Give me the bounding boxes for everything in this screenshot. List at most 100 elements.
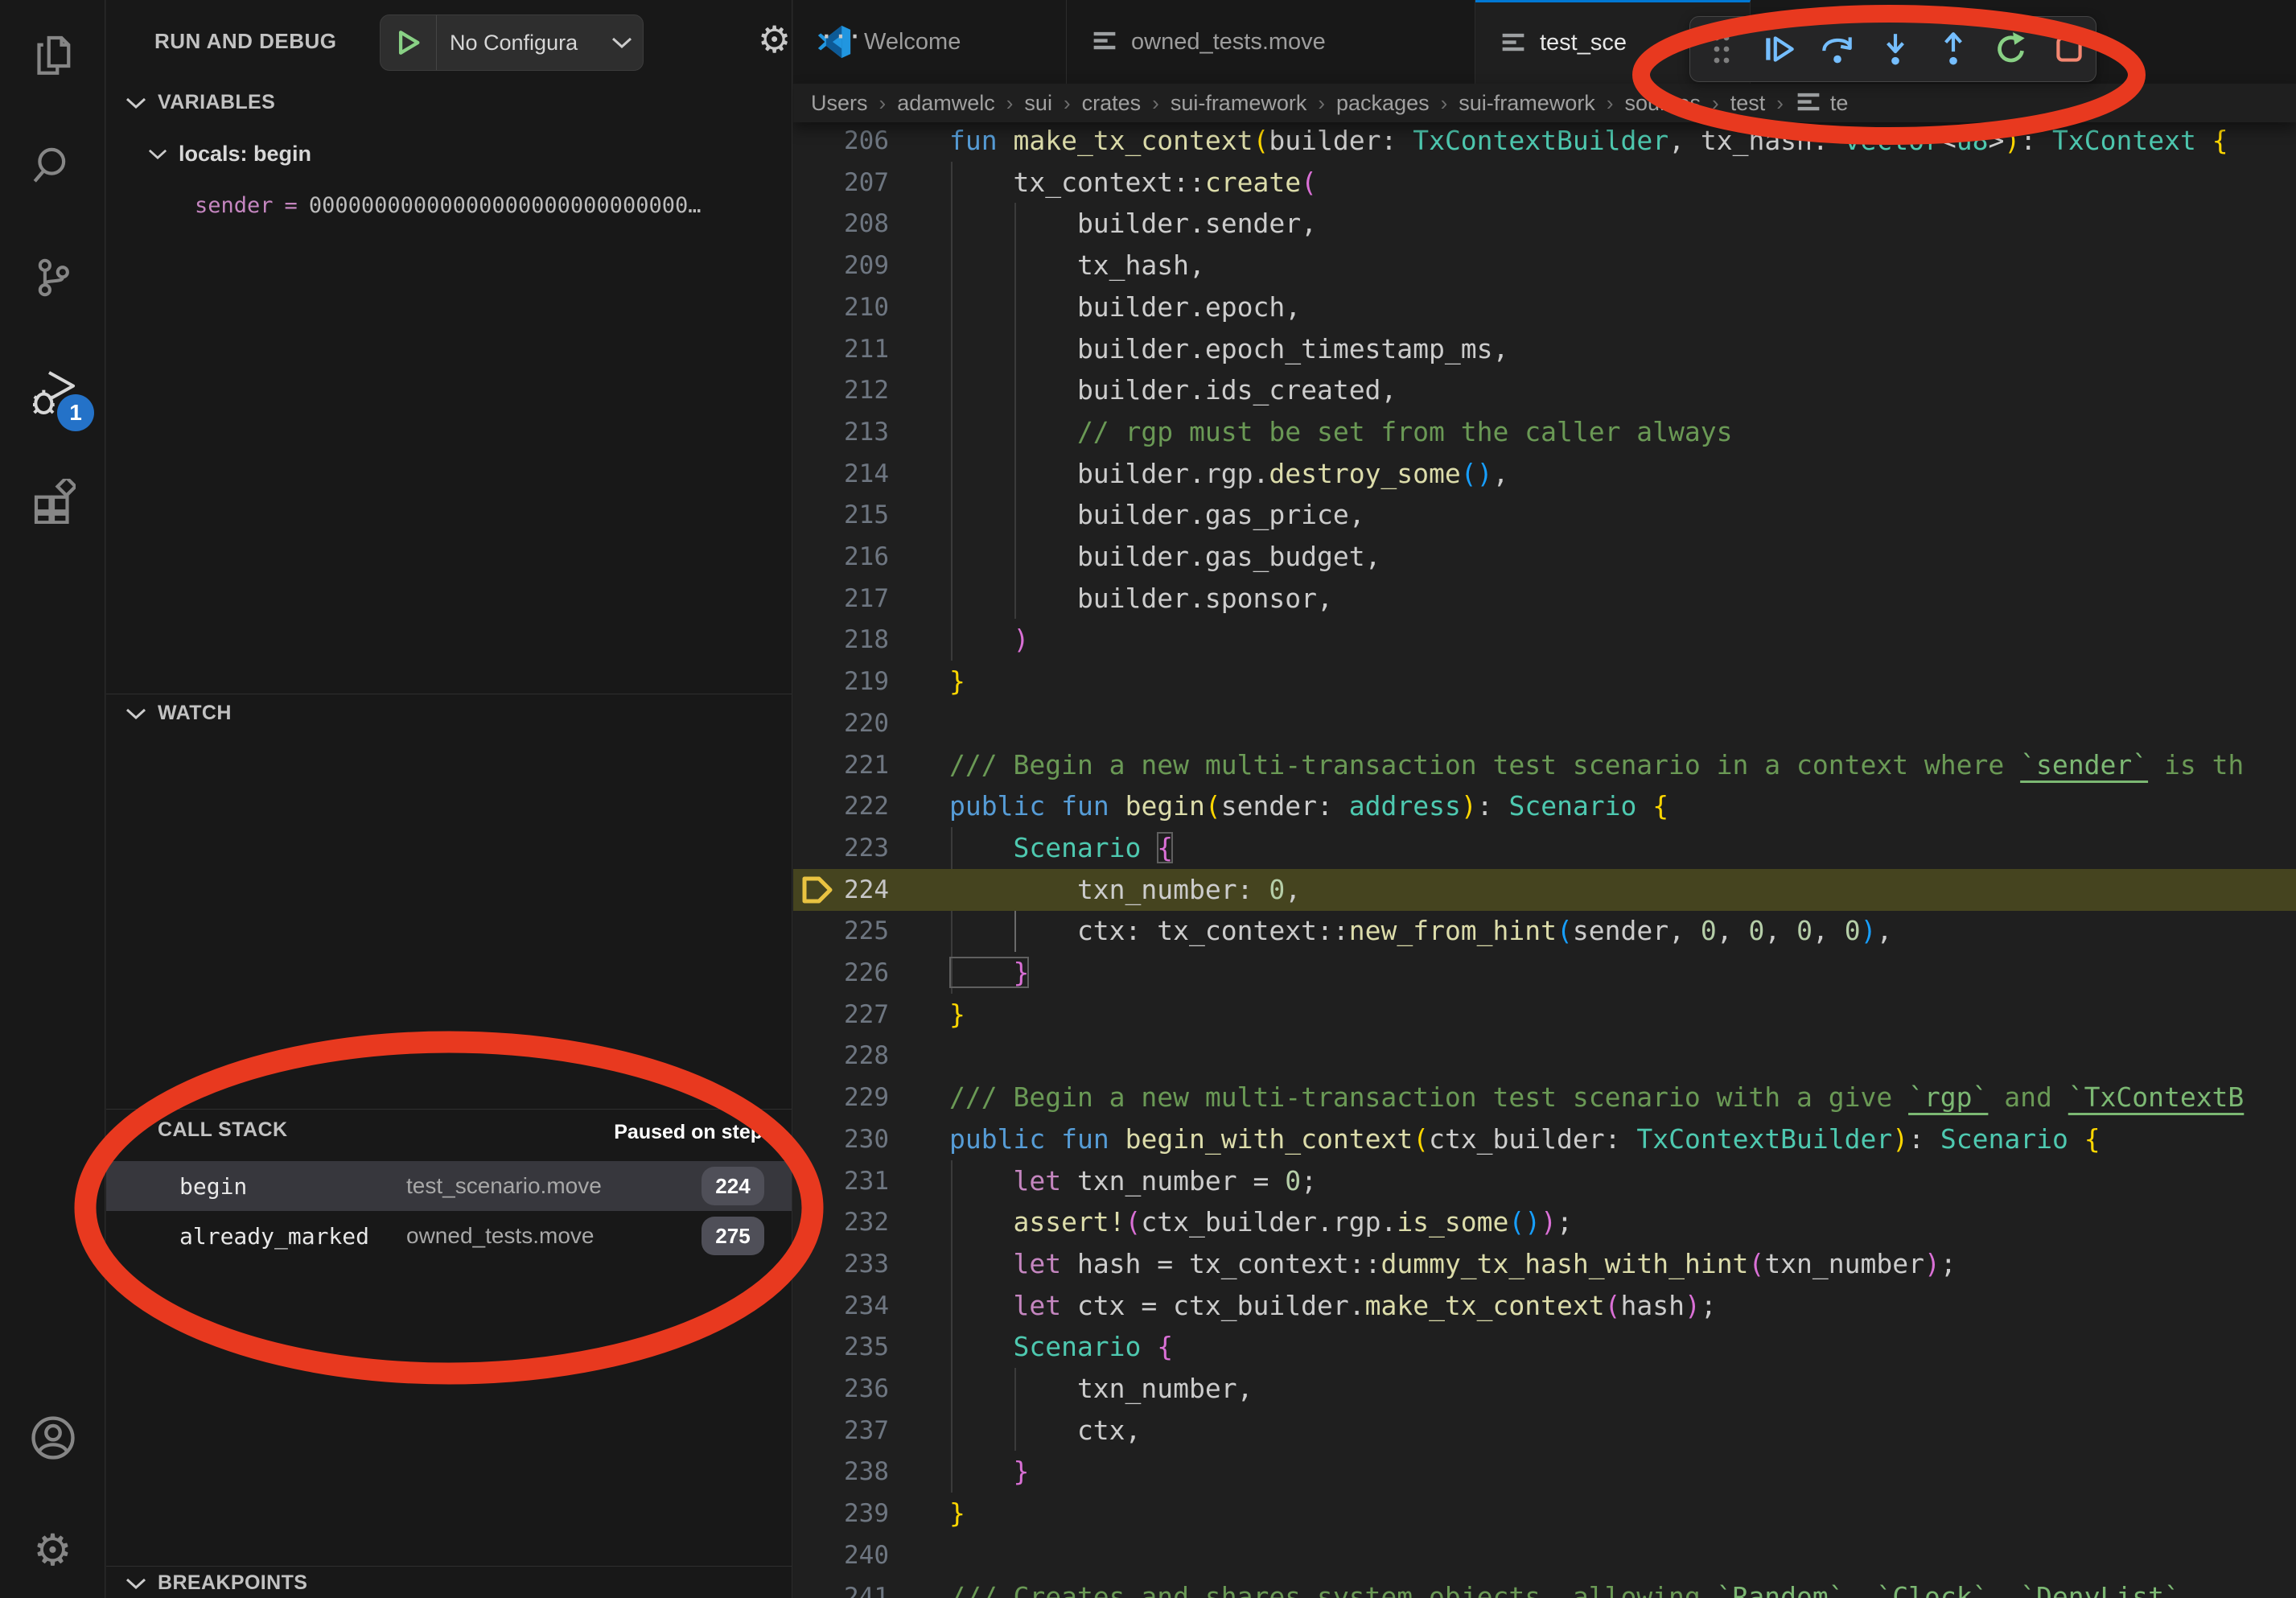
start-debugging-play-icon[interactable] xyxy=(381,15,437,70)
breadcrumb-item[interactable]: crates xyxy=(1082,91,1142,116)
code-line-236[interactable]: 236 txn_number, xyxy=(793,1368,2296,1410)
stop-button[interactable] xyxy=(2051,31,2088,68)
search-icon xyxy=(31,143,76,192)
code-line-216[interactable]: 216 builder.gas_budget, xyxy=(793,536,2296,578)
code-line-222[interactable]: 222public fun begin(sender: address): Sc… xyxy=(793,785,2296,827)
code-line-240[interactable]: 240 xyxy=(793,1534,2296,1576)
code-line-217[interactable]: 217 builder.sponsor, xyxy=(793,578,2296,620)
code-line-221[interactable]: 221/// Begin a new multi-transaction tes… xyxy=(793,744,2296,786)
code-line-212[interactable]: 212 builder.ids_created, xyxy=(793,369,2296,411)
code-line-229[interactable]: 229/// Begin a new multi-transaction tes… xyxy=(793,1077,2296,1118)
code-editor[interactable]: 206fun make_tx_context(builder: TxContex… xyxy=(793,0,2296,1598)
step-over-button[interactable] xyxy=(1819,31,1856,68)
breadcrumb-item[interactable]: test xyxy=(1730,91,1766,116)
breadcrumb-item[interactable]: Users xyxy=(811,91,868,116)
code-line-234[interactable]: 234 let ctx = ctx_builder.make_tx_contex… xyxy=(793,1285,2296,1327)
line-text: let txn_number = 0; xyxy=(949,1160,1317,1202)
frame-function: already_marked xyxy=(179,1223,369,1250)
debug-configuration-dropdown[interactable]: No Configura xyxy=(380,14,644,71)
code-line-235[interactable]: 235 Scenario { xyxy=(793,1326,2296,1368)
code-line-226[interactable]: 226 } xyxy=(793,952,2296,994)
code-line-227[interactable]: 227} xyxy=(793,994,2296,1036)
tab-label: test_sce xyxy=(1540,30,1627,56)
code-line-215[interactable]: 215 builder.gas_price, xyxy=(793,494,2296,536)
breadcrumb-file-item[interactable]: te xyxy=(1795,89,1849,117)
breakpoints-section-header[interactable]: BREAKPOINTS xyxy=(125,1571,307,1595)
debug-toolbar xyxy=(1689,16,2096,82)
step-out-button[interactable] xyxy=(1935,31,1972,68)
line-text: tx_hash, xyxy=(949,245,1205,286)
code-line-233[interactable]: 233 let hash = tx_context::dummy_tx_hash… xyxy=(793,1243,2296,1285)
breadcrumb-item[interactable]: sui-framework xyxy=(1171,91,1307,116)
code-line-209[interactable]: 209 tx_hash, xyxy=(793,245,2296,286)
code-line-220[interactable]: 220 xyxy=(793,702,2296,744)
breadcrumb-item[interactable]: sui-framework xyxy=(1459,91,1595,116)
line-number: 219 xyxy=(793,661,889,702)
line-text: ctx, xyxy=(949,1410,1141,1452)
call-stack-frame-begin[interactable]: begintest_scenario.move224 xyxy=(106,1161,792,1211)
code-line-213[interactable]: 213 // rgp must be set from the caller a… xyxy=(793,411,2296,453)
step-over-icon xyxy=(1819,31,1856,68)
breadcrumb-item[interactable]: adamwelc xyxy=(897,91,995,116)
activity-bar-item-extensions[interactable] xyxy=(0,455,105,551)
code-line-223[interactable]: 223 Scenario { xyxy=(793,827,2296,869)
code-line-224[interactable]: 224 txn_number: 0, xyxy=(793,869,2296,911)
line-text: let ctx = ctx_builder.make_tx_context(ha… xyxy=(949,1285,1717,1327)
code-line-228[interactable]: 228 xyxy=(793,1035,2296,1077)
breadcrumb-item[interactable]: sources xyxy=(1624,91,1701,116)
activity-bar-item-files[interactable] xyxy=(0,8,105,105)
activity-bar: 1⚙ xyxy=(0,0,105,1598)
breadcrumb-separator: › xyxy=(1765,91,1795,116)
configuration-label[interactable]: No Configura xyxy=(437,31,609,56)
code-line-210[interactable]: 210 builder.epoch, xyxy=(793,286,2296,328)
code-line-218[interactable]: 218 ) xyxy=(793,619,2296,661)
code-line-241[interactable]: 241/// Creates and shares system objects… xyxy=(793,1576,2296,1598)
call-stack-frame-already_marked[interactable]: already_markedowned_tests.move275 xyxy=(106,1211,792,1261)
account-icon xyxy=(30,1415,76,1465)
drag-handle[interactable] xyxy=(1703,31,1740,68)
line-number: 237 xyxy=(793,1410,889,1452)
code-line-231[interactable]: 231 let txn_number = 0; xyxy=(793,1160,2296,1202)
vscode-window: 1⚙ RUN AND DEBUG No Configura ⚙ ··· VARI… xyxy=(0,0,2296,1598)
code-line-219[interactable]: 219} xyxy=(793,661,2296,702)
section-divider xyxy=(106,1566,792,1567)
code-line-214[interactable]: 214 builder.rgp.destroy_some(), xyxy=(793,453,2296,495)
code-line-207[interactable]: 207 tx_context::create( xyxy=(793,162,2296,204)
more-actions-icon[interactable]: ··· xyxy=(821,14,863,55)
restart-button[interactable] xyxy=(1993,31,2030,68)
tab-owned-tests-move[interactable]: owned_tests.move xyxy=(1067,0,1475,84)
line-text: } xyxy=(949,1493,965,1534)
breadcrumb-item[interactable]: packages xyxy=(1336,91,1430,116)
code-line-230[interactable]: 230public fun begin_with_context(ctx_bui… xyxy=(793,1118,2296,1160)
activity-bar-item-settings-gear[interactable]: ⚙ xyxy=(0,1501,105,1598)
debug-settings-gear-icon[interactable]: ⚙ xyxy=(758,18,791,61)
breadcrumb-separator: › xyxy=(1052,91,1082,116)
line-text: /// Begin a new multi-transaction test s… xyxy=(949,1077,2244,1118)
call-stack-section-header[interactable]: CALL STACK xyxy=(125,1118,287,1142)
line-text: fun make_tx_context(builder: TxContextBu… xyxy=(949,120,2228,162)
breadcrumb[interactable]: Users›adamwelc›sui›crates›sui-framework›… xyxy=(793,84,2296,122)
variables-section-header[interactable]: VARIABLES xyxy=(125,91,275,114)
activity-bar-item-account[interactable] xyxy=(0,1391,105,1488)
activity-bar-item-run-debug[interactable]: 1 xyxy=(0,346,105,443)
code-line-225[interactable]: 225 ctx: tx_context::new_from_hint(sende… xyxy=(793,910,2296,952)
code-line-238[interactable]: 238 } xyxy=(793,1451,2296,1493)
continue-button[interactable] xyxy=(1761,31,1798,68)
step-into-button[interactable] xyxy=(1877,31,1914,68)
code-line-211[interactable]: 211 builder.epoch_timestamp_ms, xyxy=(793,328,2296,370)
breadcrumb-separator: › xyxy=(1306,91,1336,116)
activity-bar-item-source-control[interactable] xyxy=(0,231,105,327)
watch-section-header[interactable]: WATCH xyxy=(125,702,232,725)
tab-label: owned_tests.move xyxy=(1131,29,1326,56)
variable-row[interactable]: sender = 00000000000000000000000000000… xyxy=(195,193,701,218)
code-line-237[interactable]: 237 ctx, xyxy=(793,1410,2296,1452)
code-line-208[interactable]: 208 builder.sender, xyxy=(793,203,2296,245)
breadcrumb-item[interactable]: sui xyxy=(1024,91,1052,116)
code-line-232[interactable]: 232 assert!(ctx_builder.rgp.is_some()); xyxy=(793,1201,2296,1243)
locals-scope-row[interactable]: locals: begin xyxy=(148,142,311,167)
code-line-239[interactable]: 239} xyxy=(793,1493,2296,1534)
code-line-206[interactable]: 206fun make_tx_context(builder: TxContex… xyxy=(793,120,2296,162)
move-file-icon xyxy=(1091,28,1118,56)
move-file-icon xyxy=(1500,30,1527,57)
activity-bar-item-search[interactable] xyxy=(0,119,105,216)
